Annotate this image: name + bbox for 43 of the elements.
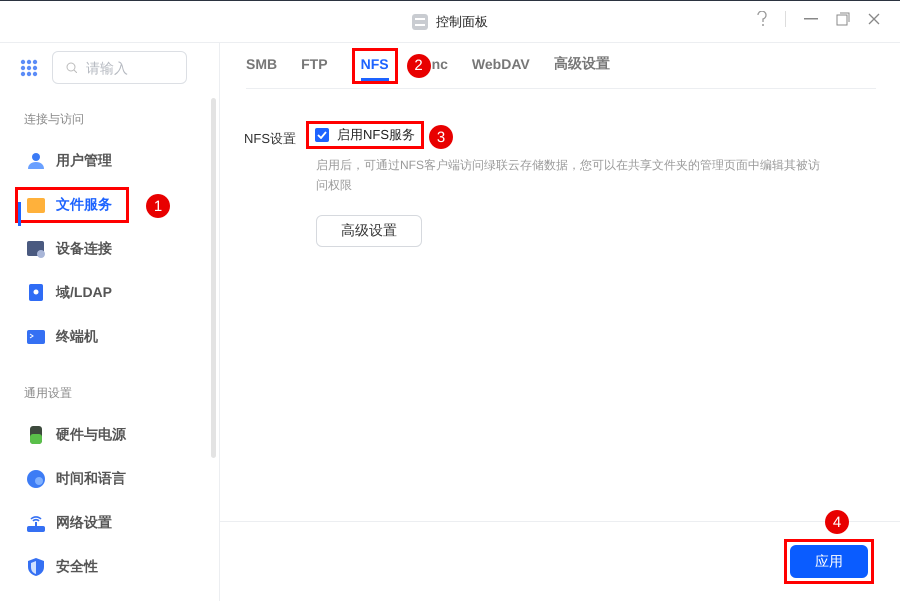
id-card-icon (26, 283, 46, 303)
tab[interactable]: NFS (360, 50, 389, 80)
sidebar-item[interactable]: 用户管理 (0, 139, 219, 183)
sidebar-item[interactable]: 域/LDAP (0, 271, 219, 315)
tab[interactable]: nc (432, 42, 448, 88)
group-label: 通用设置 (24, 386, 72, 400)
tab[interactable]: 高级设置 (554, 42, 610, 88)
sidebar-item[interactable]: 终端机 (0, 315, 219, 359)
close-icon[interactable] (868, 13, 880, 25)
control-panel-icon (412, 14, 428, 30)
setting-label: NFS设置 (244, 130, 296, 148)
globe-icon (26, 469, 46, 489)
apps-grid-icon[interactable] (20, 58, 38, 76)
advanced-settings-button[interactable]: 高级设置 (316, 215, 422, 247)
search-icon (66, 62, 77, 73)
restore-icon[interactable] (836, 12, 850, 26)
shield-icon (26, 557, 46, 577)
sidebar-item[interactable]: 网络设置 (0, 501, 219, 545)
sidebar-item[interactable]: 硬件与电源 (0, 413, 219, 457)
step-badge: 2 (406, 54, 431, 78)
apply-button[interactable]: 应用 (790, 545, 868, 578)
checkmark-icon (317, 131, 327, 139)
sidebar-item[interactable]: 时间和语言 (0, 457, 219, 501)
sidebar-item[interactable]: 设备连接 (0, 227, 219, 271)
user-icon (26, 151, 46, 171)
minimize-icon[interactable] (804, 18, 818, 20)
window-title: 控制面板 (436, 12, 488, 30)
router-icon (26, 513, 46, 533)
search-field[interactable]: 请输入 (52, 51, 187, 84)
tab[interactable]: WebDAV (472, 42, 530, 88)
step-badge: 3 (429, 125, 453, 149)
terminal-icon (26, 327, 46, 347)
tab[interactable]: SMB (246, 42, 278, 88)
sidebar-item[interactable]: 安全性 (0, 545, 219, 589)
step-badge: 1 (146, 194, 170, 218)
help-icon[interactable] (757, 11, 767, 27)
hint-text: 启用后，可通过NFS客户端访问绿联云存储数据，您可以在共享文件夹的管理页面中编辑其被访问权限 (316, 157, 821, 194)
folder-icon (26, 195, 46, 215)
step-badge: 4 (825, 510, 849, 534)
tab[interactable]: FTP (301, 42, 328, 88)
group-label: 连接与访问 (24, 112, 84, 126)
device-icon (26, 239, 46, 259)
enable-checkbox[interactable]: 启用NFS服务 (309, 124, 421, 146)
